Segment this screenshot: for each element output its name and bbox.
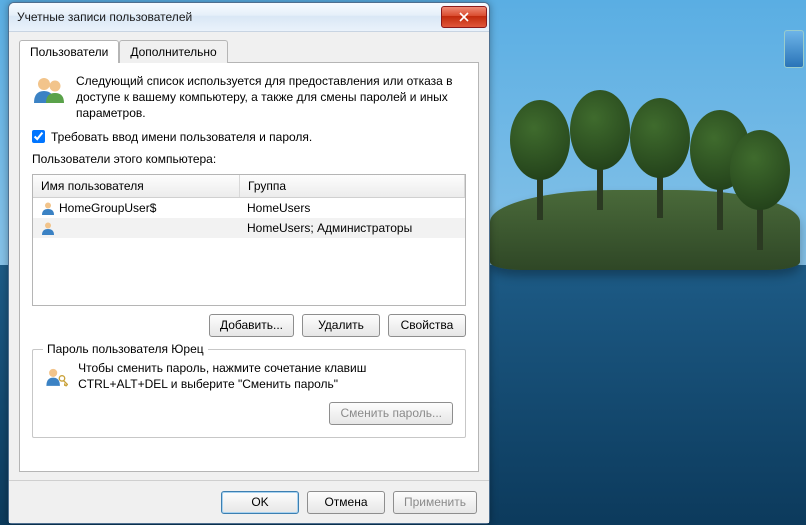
- user-accounts-window: Учетные записи пользователей Пользовател…: [8, 2, 490, 524]
- require-password-label: Требовать ввод имени пользователя и паро…: [51, 130, 312, 144]
- client-area: Пользователи Дополнительно Следующий спи…: [9, 32, 489, 480]
- cell-username: HomeGroupUser$: [59, 201, 156, 215]
- titlebar[interactable]: Учетные записи пользователей: [9, 3, 489, 32]
- users-list-label: Пользователи этого компьютера:: [32, 152, 466, 166]
- window-title: Учетные записи пользователей: [17, 10, 441, 24]
- ok-button[interactable]: OK: [221, 491, 299, 514]
- cancel-button[interactable]: Отмена: [307, 491, 385, 514]
- change-password-button[interactable]: Сменить пароль...: [329, 402, 453, 425]
- user-icon: [41, 221, 55, 235]
- list-buttons-row: Добавить... Удалить Свойства: [32, 314, 466, 337]
- sidebar-gadget: [784, 30, 804, 68]
- tabstrip: Пользователи Дополнительно: [19, 40, 479, 63]
- table-row[interactable]: HomeUsers; Администраторы: [33, 218, 465, 238]
- desktop: Учетные записи пользователей Пользовател…: [0, 0, 806, 525]
- cell-group: HomeUsers: [247, 201, 310, 215]
- delete-button[interactable]: Удалить: [302, 314, 380, 337]
- listview-header: Имя пользователя Группа: [33, 175, 465, 198]
- password-instruction-text: Чтобы сменить пароль, нажмите сочетание …: [78, 360, 453, 392]
- tab-users[interactable]: Пользователи: [19, 40, 119, 63]
- password-groupbox: Пароль пользователя Юрец Чтобы сменить п…: [32, 349, 466, 438]
- column-group[interactable]: Группа: [240, 175, 465, 197]
- key-user-icon: [45, 360, 68, 394]
- users-listview[interactable]: Имя пользователя Группа HomeGroupUser$ H: [32, 174, 466, 306]
- tab-panel-users: Следующий список используется для предос…: [19, 62, 479, 472]
- dialog-footer: OK Отмена Применить: [9, 480, 489, 523]
- intro-row: Следующий список используется для предос…: [32, 73, 466, 122]
- tab-advanced[interactable]: Дополнительно: [119, 40, 227, 63]
- add-button[interactable]: Добавить...: [209, 314, 294, 337]
- table-row[interactable]: HomeGroupUser$ HomeUsers: [33, 198, 465, 218]
- properties-button[interactable]: Свойства: [388, 314, 466, 337]
- require-password-checkbox[interactable]: [32, 130, 45, 143]
- cell-group: HomeUsers; Администраторы: [247, 221, 412, 235]
- column-username[interactable]: Имя пользователя: [33, 175, 240, 197]
- require-password-row[interactable]: Требовать ввод имени пользователя и паро…: [32, 130, 466, 144]
- user-icon: [41, 201, 55, 215]
- close-button[interactable]: [441, 6, 487, 28]
- users-icon: [32, 73, 66, 107]
- listview-body: HomeGroupUser$ HomeUsers HomeUs: [33, 198, 465, 305]
- intro-text: Следующий список используется для предос…: [76, 73, 466, 122]
- close-icon: [459, 12, 469, 22]
- password-group-legend: Пароль пользователя Юрец: [43, 342, 208, 356]
- apply-button[interactable]: Применить: [393, 491, 477, 514]
